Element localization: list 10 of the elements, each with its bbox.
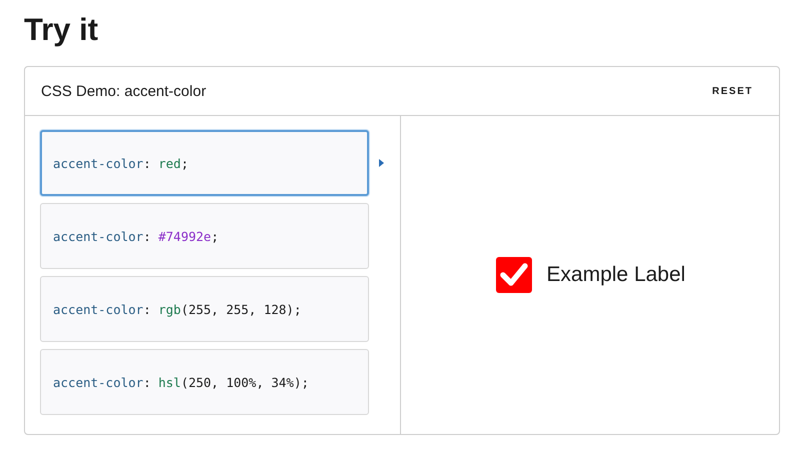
code-option[interactable]: accent-color: #74992e; xyxy=(40,203,369,269)
checkbox-label: Example Label xyxy=(546,263,686,287)
pointer-icon xyxy=(379,159,384,167)
code-option[interactable]: accent-color: red; xyxy=(40,130,369,196)
checkbox[interactable] xyxy=(494,256,533,294)
demo-title: CSS Demo: accent-color xyxy=(41,82,206,100)
code-option[interactable]: accent-color: rgb(255, 255, 128); xyxy=(40,276,369,342)
reset-button[interactable]: RESET xyxy=(710,80,755,102)
code-option[interactable]: accent-color: hsl(250, 100%, 34%); xyxy=(40,349,369,415)
page-heading: Try it xyxy=(24,11,100,49)
